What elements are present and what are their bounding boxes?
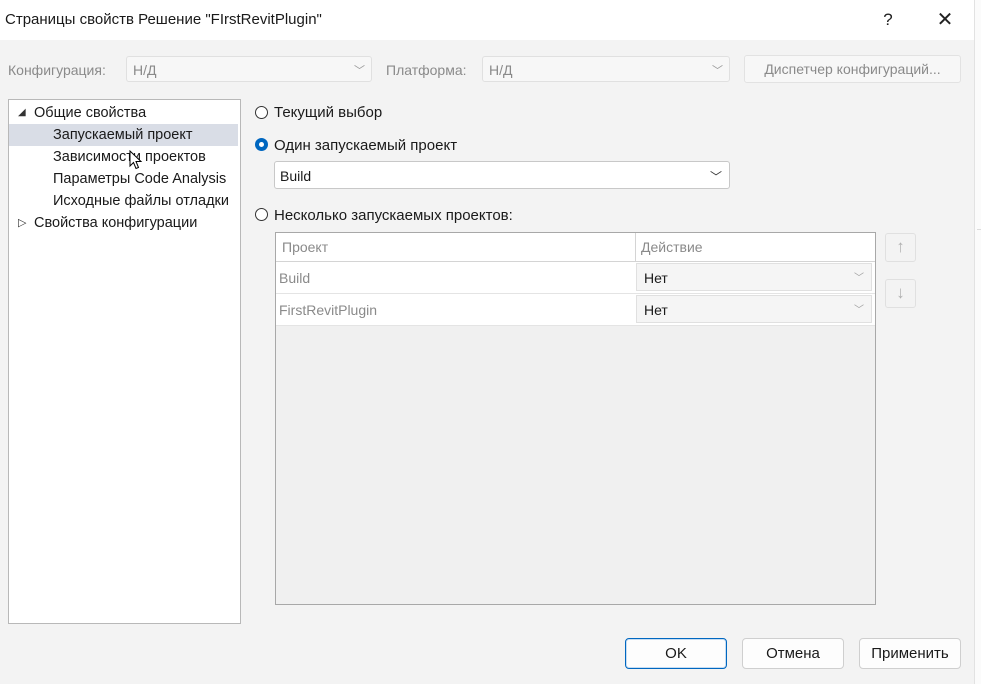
apply-button[interactable]: Применить [859,638,961,669]
collapsed-arrow-icon[interactable]: ▷ [18,212,26,234]
radio-current-selection[interactable] [255,106,268,119]
tree-item-code-analysis[interactable]: Параметры Code Analysis [9,168,238,190]
grid-header: Проект Действие [276,233,875,262]
expanded-arrow-icon[interactable]: ◢ [18,102,26,124]
chevron-down-icon: ﹀ [712,65,723,77]
configuration-value: Н/Д [133,62,157,78]
platform-label: Платформа: [386,62,467,78]
property-tree: ◢ Общие свойства Запускаемый проект Зави… [8,99,241,624]
tree-item-label: Свойства конфигурации [34,215,198,231]
platform-value: Н/Д [489,62,513,78]
cancel-button[interactable]: Отмена [742,638,844,669]
arrow-up-icon: ↑ [896,237,905,256]
arrow-down-icon: ↓ [896,283,905,302]
tree-item-label: Запускаемый проект [53,127,193,143]
configuration-select: Н/Д ﹀ [126,56,372,82]
column-divider [635,233,636,261]
table-row: FirstRevitPlugin Нет ﹀ [276,294,875,326]
move-up-button: ↑ [885,233,916,262]
radio-single-startup[interactable] [255,138,268,151]
chevron-down-icon: ﹀ [354,65,365,77]
tree-item-configuration-properties[interactable]: ▷ Свойства конфигурации [9,212,238,234]
projects-grid: Проект Действие Build Нет ﹀ FirstRevitPl… [275,232,876,605]
tree-item-dependencies[interactable]: Зависимости проектов [9,146,238,168]
multiple-startup-label: Несколько запускаемых проектов: [274,207,513,224]
row-action-value: Нет [644,270,668,286]
chevron-down-icon: ﹀ [709,170,722,184]
column-header-project: Проект [282,239,329,255]
ok-button[interactable]: OK [625,638,727,669]
chevron-down-icon: ﹀ [854,273,864,284]
radio-multiple-startup[interactable] [255,208,268,221]
tree-item-startup-project[interactable]: Запускаемый проект [9,124,238,146]
tree-item-label: Параметры Code Analysis [53,171,227,187]
close-button[interactable]: ✕ [926,6,964,34]
help-button[interactable]: ? [869,6,907,34]
title-bar: Страницы свойств Решение "FIrstRevitPlug… [0,0,974,41]
configuration-label: Конфигурация: [8,62,106,78]
current-selection-label: Текущий выбор [274,104,383,121]
single-startup-select[interactable]: Build ﹀ [274,161,730,189]
tree-item-label: Исходные файлы отладки [53,193,229,209]
row-action-select: Нет ﹀ [636,295,872,323]
row-action-select: Нет ﹀ [636,263,872,291]
row-action-value: Нет [644,302,668,318]
mouse-cursor-icon [129,150,143,170]
window-title: Страницы свойств Решение "FIrstRevitPlug… [5,11,322,28]
platform-select: Н/Д ﹀ [482,56,730,82]
row-project-name: FirstRevitPlugin [279,302,378,318]
row-project-name: Build [279,270,311,286]
window-edge [974,0,981,684]
single-startup-value: Build [280,168,312,184]
table-row: Build Нет ﹀ [276,262,875,294]
move-down-button: ↓ [885,279,916,308]
tree-item-debug-sources[interactable]: Исходные файлы отладки [9,190,238,212]
tree-item-label: Общие свойства [34,105,147,121]
column-header-action: Действие [641,239,703,255]
config-manager-button: Диспетчер конфигураций... [744,55,961,83]
chevron-down-icon: ﹀ [854,305,864,316]
tree-item-general[interactable]: ◢ Общие свойства [9,102,238,124]
single-startup-label: Один запускаемый проект [274,137,458,154]
